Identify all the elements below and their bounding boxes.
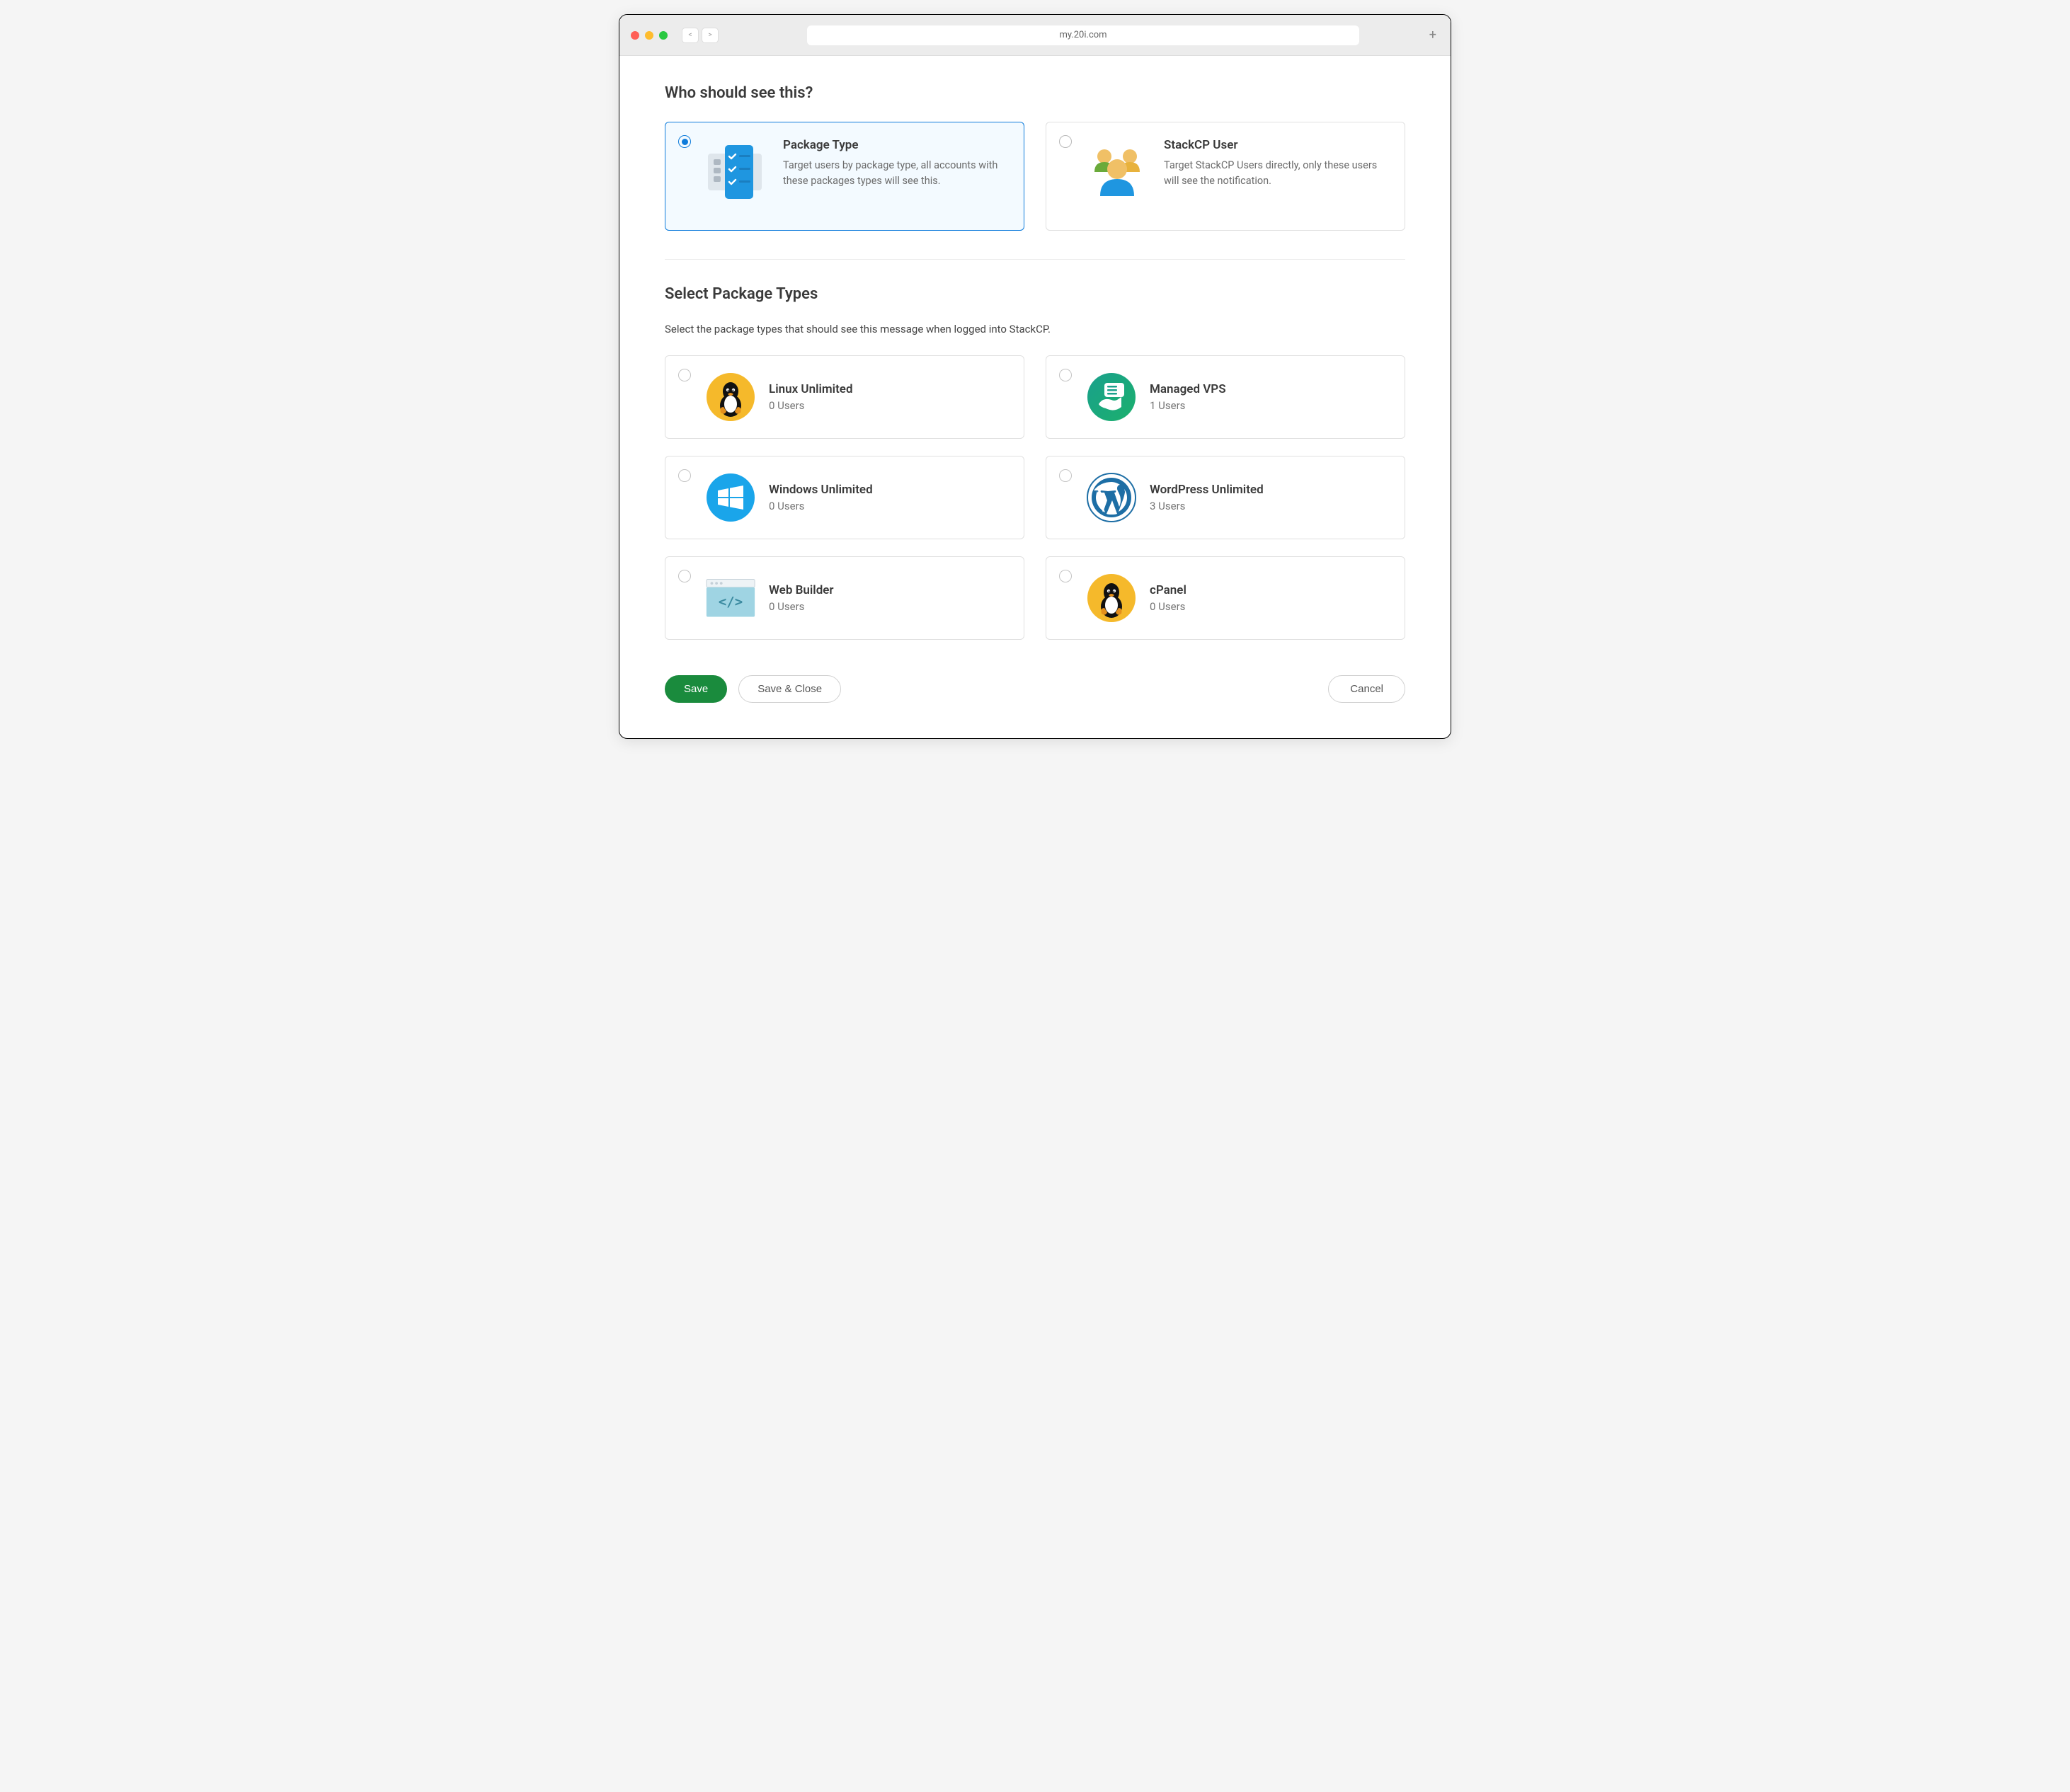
package-web-builder[interactable]: </> Web Builder 0 Users	[665, 556, 1024, 640]
linux-icon	[705, 372, 756, 423]
package-windows-unlimited[interactable]: Windows Unlimited 0 Users	[665, 456, 1024, 539]
package-users: 0 Users	[769, 399, 853, 412]
new-tab-button[interactable]: +	[1429, 28, 1436, 42]
radio-wordpress-unlimited[interactable]	[1059, 469, 1072, 482]
save-button[interactable]: Save	[665, 675, 727, 703]
web-builder-icon: </>	[705, 573, 756, 624]
package-managed-vps[interactable]: Managed VPS 1 Users	[1046, 355, 1405, 439]
audience-heading: Who should see this?	[665, 84, 1405, 102]
package-title: Linux Unlimited	[769, 382, 853, 396]
package-users: 0 Users	[1150, 600, 1186, 613]
page-content: Who should see this?	[619, 56, 1451, 738]
package-linux-unlimited[interactable]: Linux Unlimited 0 Users	[665, 355, 1024, 439]
audience-option-desc: Target users by package type, all accoun…	[783, 158, 1005, 189]
package-users: 0 Users	[769, 600, 834, 613]
radio-windows-unlimited[interactable]	[678, 469, 691, 482]
package-title: cPanel	[1150, 583, 1186, 597]
radio-stackcp-user[interactable]	[1059, 135, 1072, 148]
browser-chrome: < > my.20i.com +	[619, 15, 1451, 56]
package-type-icon	[704, 141, 769, 202]
windows-icon	[705, 472, 756, 523]
footer-actions: Save Save & Close Cancel	[665, 675, 1405, 703]
package-users: 0 Users	[769, 500, 873, 512]
package-users: 3 Users	[1150, 500, 1264, 512]
package-title: Windows Unlimited	[769, 483, 873, 497]
package-wordpress-unlimited[interactable]: WordPress Unlimited 3 Users	[1046, 456, 1405, 539]
package-types-desc: Select the package types that should see…	[665, 323, 1405, 335]
nav-buttons: < >	[682, 28, 719, 43]
package-users: 1 Users	[1150, 399, 1226, 412]
radio-cpanel[interactable]	[1059, 570, 1072, 582]
audience-option-title: Package Type	[783, 138, 1005, 152]
radio-managed-vps[interactable]	[1059, 369, 1072, 381]
cancel-button[interactable]: Cancel	[1328, 675, 1405, 703]
radio-linux-unlimited[interactable]	[678, 369, 691, 381]
close-window-button[interactable]	[631, 31, 639, 40]
divider	[665, 259, 1405, 260]
package-title: WordPress Unlimited	[1150, 483, 1264, 497]
package-cpanel[interactable]: cPanel 0 Users	[1046, 556, 1405, 640]
cpanel-icon	[1086, 573, 1137, 624]
package-types-heading: Select Package Types	[665, 285, 1405, 303]
browser-window: < > my.20i.com + Who should see this?	[619, 14, 1451, 739]
url-bar[interactable]: my.20i.com	[807, 25, 1359, 45]
audience-option-package-type[interactable]: Package Type Target users by package typ…	[665, 122, 1024, 231]
traffic-lights	[631, 31, 668, 40]
stackcp-user-icon	[1085, 141, 1150, 202]
forward-button[interactable]: >	[702, 28, 719, 43]
package-title: Managed VPS	[1150, 382, 1226, 396]
audience-option-title: StackCP User	[1164, 138, 1386, 152]
audience-option-desc: Target StackCP Users directly, only thes…	[1164, 158, 1386, 189]
back-button[interactable]: <	[682, 28, 699, 43]
minimize-window-button[interactable]	[645, 31, 653, 40]
package-title: Web Builder	[769, 583, 834, 597]
maximize-window-button[interactable]	[659, 31, 668, 40]
svg-text:</>: </>	[719, 594, 743, 609]
managed-vps-icon	[1086, 372, 1137, 423]
audience-option-stackcp-user[interactable]: StackCP User Target StackCP Users direct…	[1046, 122, 1405, 231]
wordpress-icon	[1086, 472, 1137, 523]
radio-web-builder[interactable]	[678, 570, 691, 582]
package-types-grid: Linux Unlimited 0 Users	[665, 355, 1405, 640]
save-close-button[interactable]: Save & Close	[738, 675, 841, 703]
audience-options: Package Type Target users by package typ…	[665, 122, 1405, 231]
radio-package-type[interactable]	[678, 135, 691, 148]
